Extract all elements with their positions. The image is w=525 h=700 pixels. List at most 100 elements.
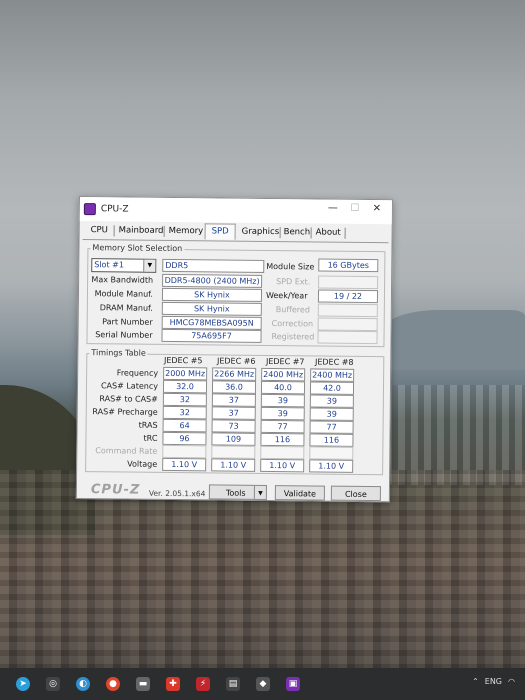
row-label-trc: tRC (143, 433, 158, 443)
column-header-jedec8: JEDEC #8 (314, 357, 354, 367)
tools-button[interactable]: Tools ▼ (208, 484, 267, 500)
row-label-voltage: Voltage (127, 459, 158, 469)
minimize-button[interactable]: — (324, 203, 342, 214)
memory-slot-group: Memory Slot Selection Slot #1 ▼ DDR5 Mod… (86, 243, 386, 348)
timing-cell (260, 445, 305, 460)
timing-cell: 2400 MHz (261, 367, 306, 382)
timing-cell: 32 (162, 392, 207, 407)
timing-cell: 1.10 V (260, 458, 305, 473)
close-button[interactable]: Close (330, 485, 381, 502)
correction-label: Correction (271, 319, 314, 329)
buffered-label: Buffered (275, 305, 310, 315)
chrome-icon[interactable]: ● (106, 677, 120, 691)
folder-icon[interactable]: ▬ (136, 677, 150, 691)
timing-cell: 2400 MHz (310, 368, 355, 382)
tab-memory[interactable]: Memory (169, 226, 204, 236)
tab-separator (310, 227, 312, 239)
cpuz-taskbar-icon[interactable]: ▣ (286, 677, 300, 691)
week-year-label: Week/Year (265, 290, 308, 301)
module-size-field: 16 GBytes (318, 258, 379, 273)
memory-type-field: DDR5 (162, 258, 265, 273)
timing-cell: 39 (260, 393, 305, 408)
timing-cell: 1.10 V (162, 457, 207, 472)
app-icon[interactable]: ◎ (46, 677, 60, 691)
spd-ext-label: SPD Ext. (276, 277, 311, 287)
timing-cell: 2000 MHz (163, 366, 208, 381)
validate-button[interactable]: Validate (274, 485, 325, 501)
max-bandwidth-label: Max Bandwidth (91, 275, 154, 285)
part-number-label: Part Number (102, 317, 153, 327)
correction-field (317, 317, 378, 332)
serial-number-field: 75A695F7 (161, 328, 262, 343)
language-indicator[interactable]: ENG (485, 677, 502, 686)
close-window-button[interactable]: ✕ (368, 203, 386, 214)
timing-cell: 77 (260, 419, 305, 434)
telegram-icon[interactable]: ➤ (16, 677, 30, 691)
cpuz-app-icon (83, 203, 96, 216)
slot-select-value: Slot #1 (94, 260, 124, 270)
timing-cell: 2266 MHz (212, 367, 257, 381)
tab-separator (279, 227, 281, 239)
timing-cell: 39 (309, 394, 354, 408)
timing-cell: 73 (211, 419, 256, 433)
slot-select[interactable]: Slot #1 ▼ (91, 258, 157, 273)
wallpaper-mountains (380, 310, 525, 370)
cpuz-brand-logo: CPU-Z (90, 482, 141, 498)
dram-manuf-field: SK Hynix (161, 301, 262, 316)
tab-spd[interactable]: SPD (204, 223, 236, 240)
timing-cell: 96 (162, 431, 207, 446)
app-bolt-icon[interactable]: ⚡ (196, 677, 210, 691)
timing-cell: 116 (260, 432, 305, 447)
tab-mainboard[interactable]: Mainboard (119, 225, 164, 235)
tab-bench[interactable]: Bench (284, 227, 311, 237)
wifi-icon[interactable]: ◠ (508, 677, 515, 686)
version-label: Ver. 2.05.1.x64 (148, 488, 206, 499)
tools-button-label: Tools (225, 488, 246, 498)
spd-ext-field (318, 275, 379, 290)
max-bandwidth-field: DDR5-4800 (2400 MHz) (162, 273, 263, 288)
app-gpu-icon[interactable]: ▤ (226, 677, 240, 691)
app-red-icon[interactable]: ✚ (166, 677, 180, 691)
tab-bar: CPU Mainboard Memory SPD Graphics Bench … (82, 221, 389, 244)
row-label-tras: tRAS (138, 420, 158, 430)
edge-icon[interactable]: ◐ (76, 677, 90, 691)
chevron-up-icon[interactable]: ⌃ (472, 677, 479, 686)
tab-separator (163, 225, 165, 237)
window-title: CPU-Z (100, 204, 129, 215)
timing-cell: 39 (260, 406, 305, 421)
title-bar[interactable]: CPU-Z — ☐ ✕ (79, 197, 392, 225)
chevron-down-icon: ▼ (143, 259, 156, 272)
tab-cpu[interactable]: CPU (91, 225, 108, 235)
registered-label: Registered (271, 332, 315, 342)
timing-cell: 40.0 (260, 380, 306, 395)
app-game-icon[interactable]: ◆ (256, 677, 270, 691)
chevron-down-icon[interactable]: ▼ (253, 485, 266, 499)
tab-about[interactable]: About (316, 227, 341, 237)
column-header-jedec6: JEDEC #6 (216, 356, 256, 366)
tab-graphics[interactable]: Graphics (242, 227, 280, 237)
maximize-button[interactable]: ☐ (346, 203, 364, 214)
module-manuf-label: Module Manuf. (94, 289, 154, 299)
timing-cell: 77 (309, 420, 354, 434)
row-label-ras-precharge: RAS# Precharge (92, 407, 158, 417)
timing-cell (162, 444, 207, 459)
taskbar: ➤ ◎ ◐ ● ▬ ✚ ⚡ ▤ ◆ ▣ ⌃ ENG ◠ (0, 668, 525, 700)
timings-table-label: Timings Table (89, 348, 148, 358)
memory-slot-group-label: Memory Slot Selection (90, 243, 185, 254)
timing-cell: 32 (162, 405, 207, 420)
cpuz-window: CPU-Z — ☐ ✕ CPU Mainboard Memory SPD Gra… (75, 196, 393, 503)
column-header-jedec7: JEDEC #7 (265, 356, 305, 367)
part-number-field: HMCG78MEBSA095N (161, 315, 262, 330)
timing-cell: 36.0 (211, 380, 257, 394)
row-label-command-rate: Command Rate (95, 446, 158, 456)
timing-cell: 64 (162, 418, 207, 433)
dram-manuf-label: DRAM Manuf. (99, 303, 153, 313)
tab-separator (344, 227, 346, 239)
timing-cell: 37 (211, 406, 256, 420)
column-header-jedec5: JEDEC #5 (163, 355, 203, 366)
serial-number-label: Serial Number (95, 330, 153, 340)
row-label-cas-latency: CAS# Latency (100, 381, 159, 391)
row-label-frequency: Frequency (116, 368, 159, 378)
timings-table-group: Timings Table JEDEC #5 JEDEC #6 JEDEC #7… (85, 348, 385, 476)
buffered-field (317, 303, 378, 318)
